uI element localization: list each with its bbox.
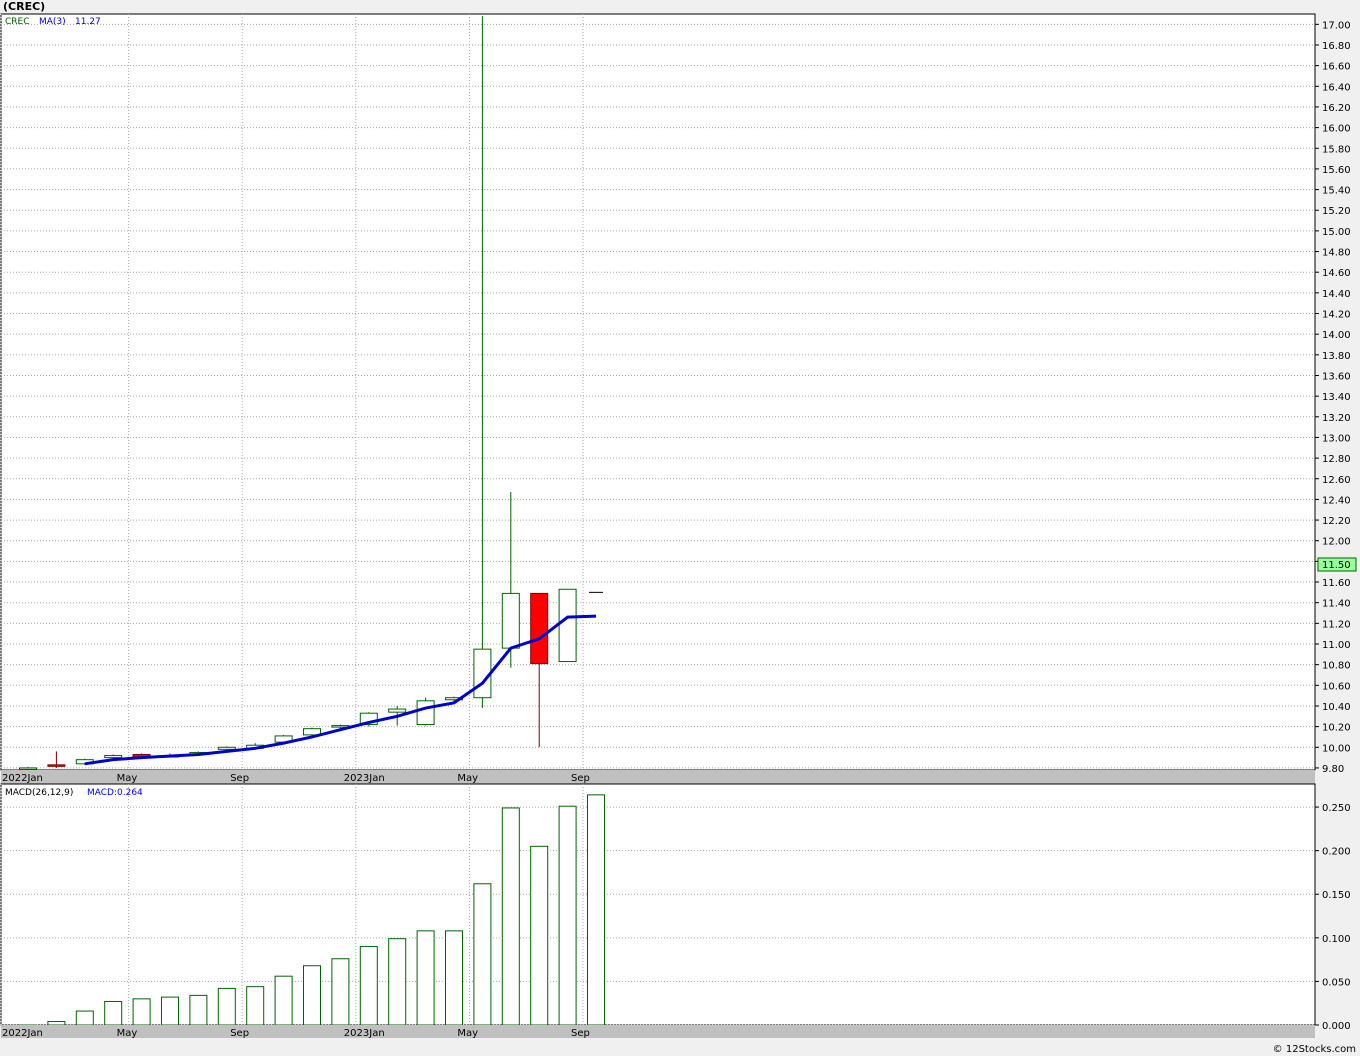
macd-bar xyxy=(47,1021,66,1026)
price-x-tick-label: Sep xyxy=(230,773,249,784)
candle-body xyxy=(217,746,236,750)
macd-bar xyxy=(587,794,605,1026)
macd-bar xyxy=(75,1010,94,1026)
macd-bar xyxy=(501,807,520,1026)
macd-x-tick-label: Sep xyxy=(571,1028,590,1039)
candle-body xyxy=(530,592,549,665)
candle-body xyxy=(501,592,520,649)
macd-legend-label: MACD(26,12,9) xyxy=(5,788,73,798)
price-y-tick-label: 16.00 xyxy=(1322,124,1351,135)
macd-y-tick-label: 0.200 xyxy=(1322,847,1351,858)
candle-body xyxy=(388,708,407,713)
price-y-tick-label: 14.20 xyxy=(1322,310,1351,321)
price-y-tick-label: 13.00 xyxy=(1322,433,1351,444)
price-y-tick-label: 13.20 xyxy=(1322,413,1351,424)
macd-y-tick-label: 0.000 xyxy=(1322,1021,1351,1032)
macd-bar xyxy=(104,1000,123,1026)
price-y-tick-label: 15.40 xyxy=(1322,186,1351,197)
price-y-tick-label: 14.60 xyxy=(1322,268,1351,279)
copyright: © 12Stocks.com xyxy=(1272,1044,1356,1055)
macd-bar xyxy=(274,975,293,1026)
macd-x-tick-label: 2023Jan xyxy=(344,1028,385,1039)
price-y-tick-label: 15.00 xyxy=(1322,227,1351,238)
macd-y-axis: 0.000 0.050 0.100 0.150 0.200 0.250 xyxy=(1315,803,1351,1032)
price-y-tick-label: 9.80 xyxy=(1322,764,1344,775)
macd-bar xyxy=(303,965,321,1026)
macd-bar xyxy=(416,930,435,1026)
price-y-tick-label: 11.20 xyxy=(1322,619,1351,630)
legend-symbol: CREC xyxy=(5,17,30,27)
price-y-tick-label: 10.40 xyxy=(1322,702,1351,713)
macd-legend-value: MACD:0.264 xyxy=(87,788,143,798)
price-y-tick-label: 11.00 xyxy=(1322,640,1351,651)
price-x-tick-label: 2023Jan xyxy=(344,773,385,784)
price-y-tick-label: 10.60 xyxy=(1322,681,1351,692)
price-y-tick-label: 16.20 xyxy=(1322,103,1351,114)
price-y-tick-label: 10.00 xyxy=(1322,743,1351,754)
price-y-tick-label: 14.80 xyxy=(1322,248,1351,259)
price-x-tick-label: May xyxy=(457,773,478,784)
macd-y-tick-label: 0.150 xyxy=(1322,890,1351,901)
chart-page: (CREC) 9.80 10.00 10.20 10.40 10.60 10.80 11.0… xyxy=(0,0,1360,1056)
macd-y-tick-label: 0.100 xyxy=(1322,934,1351,945)
price-y-tick-label: 15.20 xyxy=(1322,206,1351,217)
price-x-tick-label: 2022Jan xyxy=(2,773,43,784)
price-y-tick-label: 12.00 xyxy=(1322,537,1351,548)
price-y-tick-label: 13.40 xyxy=(1322,392,1351,403)
price-y-tick-label: 12.60 xyxy=(1322,475,1351,486)
macd-x-axis-band xyxy=(1,1025,1315,1038)
macd-bar xyxy=(246,986,265,1026)
candle-body xyxy=(558,588,577,663)
price-y-tick-label: 12.20 xyxy=(1322,516,1351,527)
macd-bar xyxy=(388,938,407,1026)
price-y-tick-label: 16.80 xyxy=(1322,41,1351,52)
price-y-tick-label: 13.80 xyxy=(1322,351,1351,362)
chart-canvas: 9.80 10.00 10.20 10.40 10.60 10.80 11.00 11.20 1… xyxy=(0,13,1357,1039)
macd-y-tick-label: 0.250 xyxy=(1322,803,1351,814)
candle-body xyxy=(104,755,123,759)
price-y-tick-label: 15.60 xyxy=(1322,165,1351,176)
macd-bar xyxy=(473,883,492,1026)
macd-x-tick-label: May xyxy=(457,1028,478,1039)
macd-x-tick-label: Sep xyxy=(230,1028,249,1039)
price-y-tick-label: 11.60 xyxy=(1322,578,1351,589)
candle-body xyxy=(19,767,37,770)
macd-y-tick-label: 0.050 xyxy=(1322,977,1351,988)
last-price-label: 11.50 xyxy=(1322,560,1351,571)
macd-bar xyxy=(530,845,549,1026)
price-y-tick-label: 10.80 xyxy=(1322,661,1351,672)
macd-bar xyxy=(558,805,577,1026)
candle-body xyxy=(416,700,435,726)
price-x-tick-label: May xyxy=(117,773,138,784)
price-y-tick-label: 14.40 xyxy=(1322,289,1351,300)
price-y-tick-label: 17.00 xyxy=(1322,20,1351,31)
price-y-tick-label: 13.60 xyxy=(1322,371,1351,382)
price-y-tick-label: 16.60 xyxy=(1322,62,1351,73)
macd-bar xyxy=(445,930,463,1026)
legend-ma-label: MA(3) xyxy=(39,17,66,27)
price-x-axis-band xyxy=(1,770,1315,784)
macd-panel xyxy=(0,783,1316,1026)
macd-bar xyxy=(217,987,236,1026)
price-y-tick-label: 11.40 xyxy=(1322,599,1351,610)
macd-bar xyxy=(161,996,179,1026)
price-y-tick-label: 14.00 xyxy=(1322,330,1351,341)
candle-body xyxy=(47,764,66,767)
candle-body xyxy=(473,648,492,699)
price-y-tick-label: 12.80 xyxy=(1322,454,1351,465)
price-y-tick-label: 12.40 xyxy=(1322,495,1351,506)
legend-ma-value: 11.27 xyxy=(75,17,101,27)
price-y-tick-label: 15.80 xyxy=(1322,144,1351,155)
price-y-axis: 9.80 10.00 10.20 10.40 10.60 10.80 11.00 11.20 1… xyxy=(1315,20,1351,775)
macd-bar xyxy=(132,998,151,1026)
macd-bar xyxy=(359,946,378,1026)
price-x-tick-label: Sep xyxy=(571,773,590,784)
macd-bar xyxy=(189,994,208,1026)
price-y-tick-label: 10.20 xyxy=(1322,723,1351,734)
price-y-tick-label: 16.40 xyxy=(1322,82,1351,93)
macd-bar xyxy=(331,958,350,1026)
macd-x-tick-label: May xyxy=(117,1028,138,1039)
macd-x-tick-label: 2022Jan xyxy=(2,1028,43,1039)
